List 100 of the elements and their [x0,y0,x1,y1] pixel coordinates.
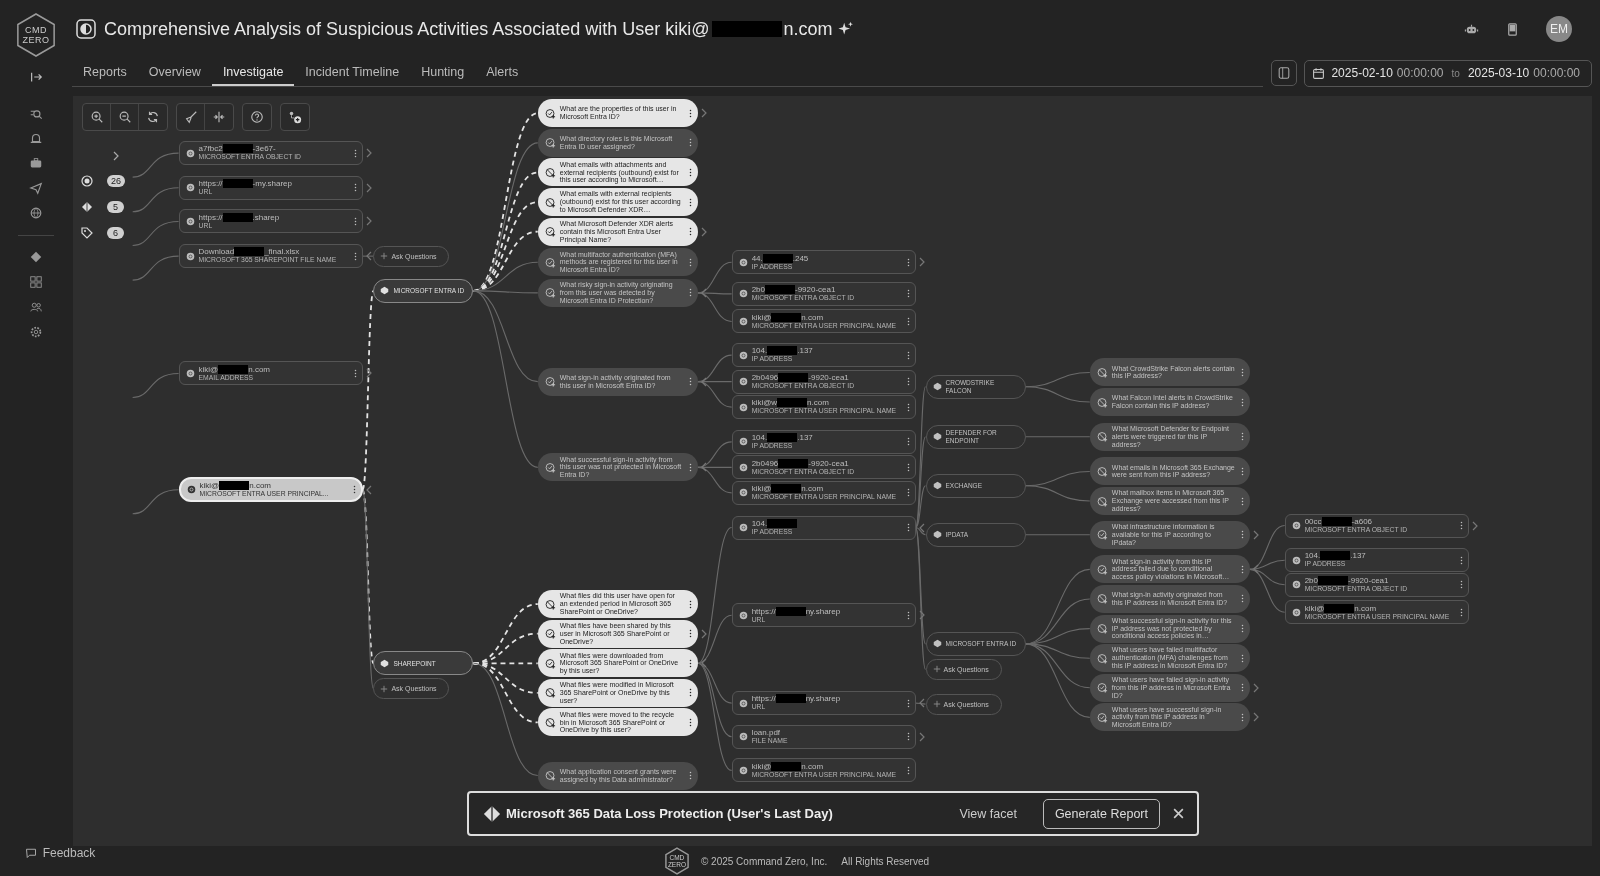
connector-line [915,702,927,705]
chevron-right-icon[interactable] [113,151,119,161]
rights-text: All Rights Reserved [841,855,930,867]
entity-value-end: _final.xlsx [264,247,300,257]
entity-value: kiki@ [751,761,772,771]
globe-icon[interactable] [29,206,43,220]
integration-icon [932,639,942,649]
briefcase-icon[interactable] [29,156,43,170]
users-icon[interactable] [29,300,43,314]
entity-icon [186,485,196,495]
book-icon[interactable] [1505,21,1520,37]
entity-icon [185,216,195,226]
chevron-left-icon[interactable] [700,462,707,473]
connector-line [1024,386,1091,403]
connector-line [1024,436,1091,438]
grid-icon[interactable] [29,275,43,289]
logo[interactable]: CMD ZERO [15,12,57,58]
entity-value: https:// [198,212,223,222]
entity-value-end: ny.sharep [805,606,841,616]
chevron-left-icon[interactable] [700,658,707,669]
end-time: 00:00:00 [1533,66,1580,80]
connector-line [132,255,180,281]
diamond-icon[interactable] [29,250,43,264]
close-icon[interactable] [1172,807,1185,820]
target-icon[interactable] [81,175,93,187]
entity-value: https:// [751,694,776,704]
panel-toggle-button[interactable] [1271,60,1298,86]
connector-line [1024,534,1091,536]
entity-value: 2b0496 [751,372,779,382]
chevron-left-icon[interactable] [700,376,707,387]
integration-icon [932,530,942,540]
plus-icon [932,700,941,709]
expand-icon[interactable] [29,70,43,84]
entity-icon [738,316,748,326]
entity-value-end: -9920-cea1 [808,372,849,382]
entity-icon [738,488,748,498]
entity-value: loan.pdf [751,728,781,737]
tab[interactable]: Incident Timeline [294,59,411,86]
chat-icon [24,847,37,859]
tab[interactable]: Overview [137,59,212,86]
date-range-field[interactable]: 2025-02-10 00:00:00 to 2025-03-10 00:00:00 [1304,59,1592,87]
entity-value-end: .245 [792,253,809,263]
chevron-left-icon[interactable] [700,287,707,298]
copyright-text: © 2025 Command Zero, Inc. [700,855,828,867]
entity-icon [185,369,195,378]
entity-icon [738,462,748,472]
entity-value-end: .sharep [252,212,280,222]
logo-text: CMD [25,25,47,35]
entity-icon [1291,521,1301,530]
generate-report-button[interactable]: Generate Report [1042,798,1160,829]
tab[interactable]: Alerts [475,59,530,86]
count-badge: 5 [107,201,124,213]
entity-value-end: n.com [248,364,271,374]
integration-icon [932,382,942,392]
entity-value: 104. [751,346,768,356]
date-separator: to [1451,67,1460,79]
chevron-left-icon[interactable] [365,484,372,495]
tab[interactable]: Hunting [410,59,476,86]
entity-value: 44. [751,253,763,263]
integration-icon [932,481,942,491]
chevron-right-icon[interactable] [365,368,372,379]
tab[interactable]: Reports [72,59,138,86]
count-badge: 6 [107,227,124,239]
connector-line [132,372,180,399]
entity-value: kiki@ [198,364,219,374]
tab[interactable]: Investigate [211,59,295,86]
page-title: Comprehensive Analysis of Suspicious Activities Associated with User kiki@ [104,18,710,40]
integration-icon [380,658,390,668]
sidebar-icon [1277,66,1292,80]
chevron-left-icon[interactable] [365,251,372,262]
entity-value-end: -3e67- [252,144,276,154]
connector-line [1024,485,1091,502]
entity-icon [738,765,748,775]
entity-value: https:// [198,179,223,188]
settings-icon[interactable] [29,325,43,339]
count-badge: 26 [107,175,125,187]
integration-icon [932,432,942,442]
entity-value-end: n.com [249,481,272,491]
entity-icon [738,350,748,360]
entity-icon [738,523,748,533]
entity-value-end: -9920-cea1 [795,285,836,295]
view-facet-link[interactable]: View facet [953,805,1023,822]
entity-value-end: ny.sharep [805,694,841,704]
entity-value: 2b0 [751,285,765,295]
send-icon[interactable] [29,181,43,195]
diamond-icon[interactable] [81,201,93,213]
start-date: 2025-02-10 [1331,66,1393,80]
entity-icon [738,437,748,447]
plus-icon [380,684,389,693]
chevron-left-icon[interactable] [918,698,925,709]
chevron-left-icon[interactable] [1252,564,1259,575]
alarm-icon[interactable] [29,131,43,145]
entity-value-end: -my.sharep [252,179,292,188]
chevron-left-icon[interactable] [918,522,925,533]
entity-value-end: -9920-cea1 [1348,575,1389,585]
feedback-button[interactable]: Feedback [24,846,96,860]
tag-icon[interactable] [81,227,93,239]
entity-value: 104. [751,518,768,528]
entity-value-end: n.com [801,761,824,771]
plus-icon [932,665,941,674]
